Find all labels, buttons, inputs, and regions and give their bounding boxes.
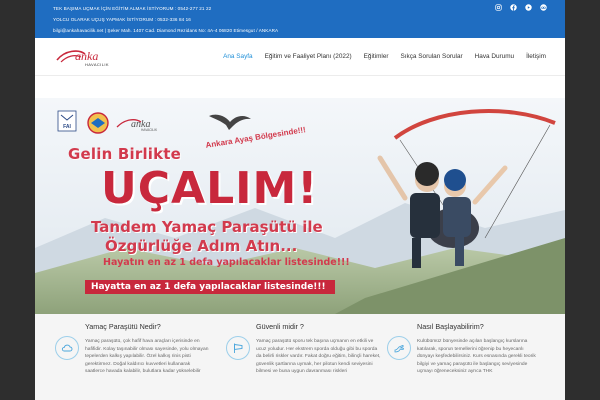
facebook-icon[interactable] <box>510 4 517 11</box>
hero-headline-main: UÇALIM! <box>101 163 319 214</box>
nav-home[interactable]: Ana Sayfa <box>223 38 253 76</box>
hero-headline-4: Özgürlüğe Adım Atın... <box>105 237 298 255</box>
nav-faq[interactable]: Sıkça Sorulan Sorular <box>401 38 463 76</box>
site-wrapper: TEK BAŞIMA UÇMAK İÇİN EĞİTİM ALMAK İSTİY… <box>35 0 565 400</box>
youtube-icon[interactable] <box>525 4 532 11</box>
contact-training-phone: TEK BAŞIMA UÇMAK İÇİN EĞİTİM ALMAK İSTİY… <box>53 6 212 11</box>
instagram-icon[interactable] <box>495 4 502 11</box>
cloud-icon <box>55 336 79 360</box>
nav-training-plan[interactable]: Eğitim ve Faaliyet Planı (2022) <box>265 38 352 76</box>
hero-headline-1: Gelin Birlikte <box>68 145 182 163</box>
hero-headline-3: Tandem Yamaç Paraşütü ile <box>91 218 323 236</box>
spacer <box>35 76 565 98</box>
hand-icon <box>387 336 411 360</box>
main-nav: Ana Sayfa Eğitim ve Faaliyet Planı (2022… <box>223 38 546 76</box>
site-header: anka HAVACILIK Ana Sayfa Eğitim ve Faali… <box>35 38 565 76</box>
logo-subtext: HAVACILIK <box>85 62 109 67</box>
feature-text: Yamaç paraşütü, çok hafif hava araçları … <box>85 339 209 375</box>
nav-trainings[interactable]: Eğitimler <box>364 38 389 76</box>
hero-banner[interactable]: FAI anka HAVACILIK Gelin Birlikte Ankara… <box>35 98 565 314</box>
hero-tagline: Hayatın en az 1 defa yapılacaklar listes… <box>103 257 350 268</box>
hero-text-layer: Gelin Birlikte Ankara Ayaş Bölgesinde!!!… <box>35 98 565 314</box>
feature-title: Yamaç Paraşütü Nedir? <box>85 322 161 331</box>
feature-text: Kulübümüz bünyesinde açılan başlangıç ku… <box>417 339 536 375</box>
social-links <box>495 4 547 11</box>
feature-title: Güvenli midir ? <box>256 322 304 331</box>
anka-logo[interactable]: anka HAVACILIK <box>55 46 111 68</box>
features-section: Yamaç Paraşütü Nedir? Yamaç paraşütü, ço… <box>35 314 565 400</box>
page: TEK BAŞIMA UÇMAK İÇİN EĞİTİM ALMAK İSTİY… <box>0 0 600 400</box>
hero-ribbon: Hayatta en az 1 defa yapılacaklar listes… <box>85 280 335 294</box>
nav-weather[interactable]: Hava Durumu <box>475 38 514 76</box>
windsock-icon <box>226 336 250 360</box>
feature-title: Nasıl Başlayabilirim? <box>417 322 484 331</box>
nav-contact[interactable]: İletişim <box>526 38 546 76</box>
top-bar: TEK BAŞIMA UÇMAK İÇİN EĞİTİM ALMAK İSTİY… <box>35 0 565 38</box>
tripadvisor-icon[interactable] <box>540 4 547 11</box>
hero-location: Ankara Ayaş Bölgesinde!!! <box>204 125 307 150</box>
logo-text: anka <box>75 49 98 63</box>
contact-address: bilgi@ankahavacilik.net | Şeker Mah. 140… <box>53 28 279 33</box>
contact-passenger-phone: YOLCU OLARAK UÇUŞ YAPMAK İSTİYORUM : 053… <box>53 17 191 22</box>
feature-text: Yamaç paraşütü sporu tek başına uçmanın … <box>256 339 381 375</box>
